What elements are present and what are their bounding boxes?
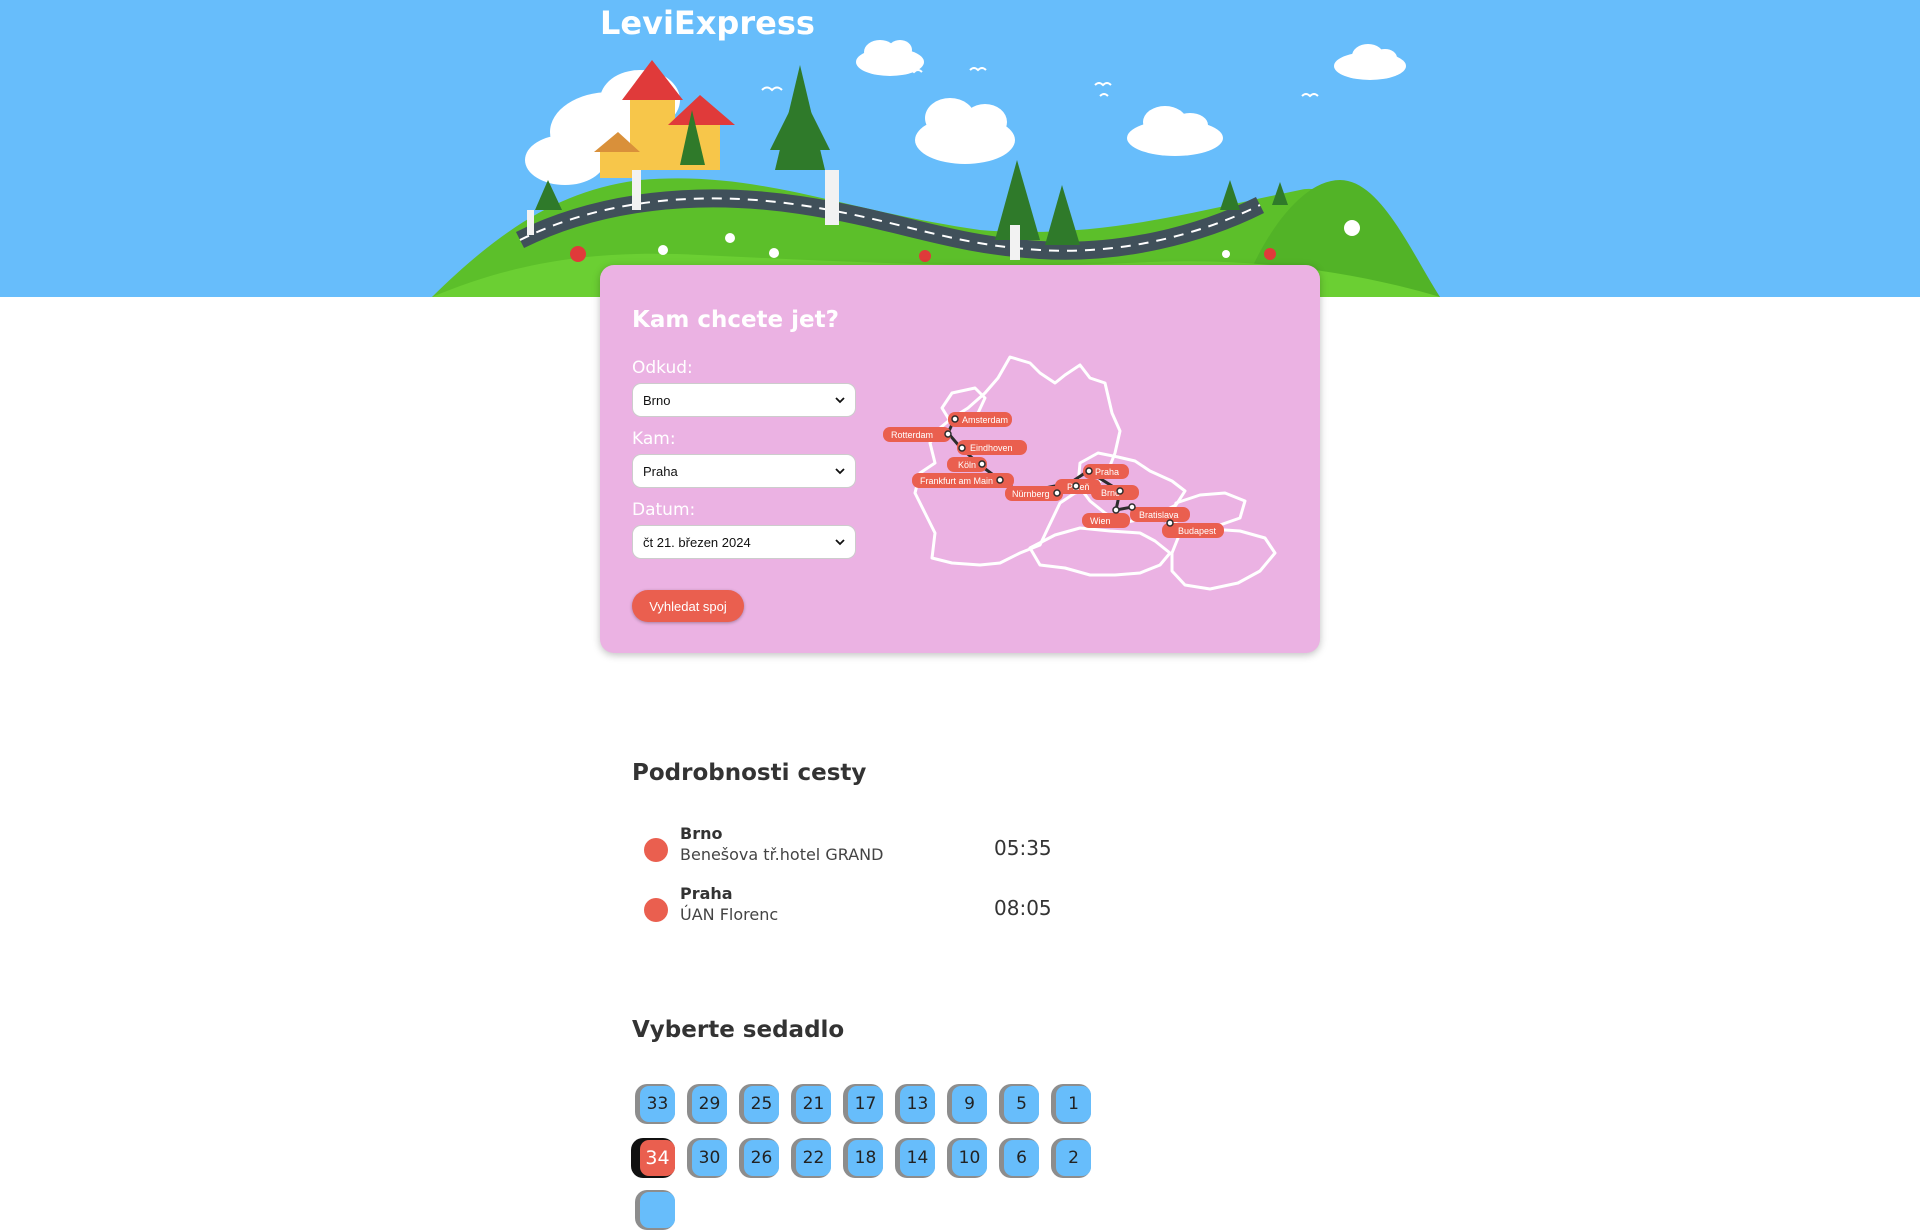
chevron-down-icon [835,539,845,546]
route-map: Amsterdam Rotterdam Eindhoven Köln Frank… [883,355,1277,591]
search-title: Kam chcete jet? [632,307,839,333]
stop-city: Praha [680,884,733,903]
city-tag: Amsterdam [962,415,1008,425]
date-label: Datum: [632,500,696,520]
date-select-value: čt 21. březen 2024 [643,534,751,550]
seat-button[interactable]: 26 [739,1138,779,1178]
city-tag: Eindhoven [970,443,1013,453]
city-tag: Köln [958,460,976,470]
from-select-value: Brno [643,392,671,408]
seat-button[interactable]: 9 [947,1084,987,1124]
seat-button[interactable]: 1 [1051,1084,1091,1124]
seat-button[interactable]: 21 [791,1084,831,1124]
stop-time: 08:05 [994,896,1052,920]
date-select[interactable]: čt 21. březen 2024 [632,525,856,559]
header-banner: LeviExpress [0,0,1920,297]
city-tag: Praha [1095,467,1119,477]
chevron-down-icon [835,397,845,404]
to-label: Kam: [632,429,676,449]
seat-button[interactable]: 2 [1051,1138,1091,1178]
stop-time: 05:35 [994,836,1052,860]
city-tag: Wien [1090,516,1111,526]
seat-button-selected[interactable]: 34 [631,1138,675,1178]
trip-stop: Praha ÚAN Florenc 08:05 [644,884,1064,930]
germany-outline [913,355,1122,567]
site-logo[interactable]: LeviExpress [600,4,815,42]
to-select-value: Praha [643,463,678,479]
seat-button[interactable]: 5 [999,1084,1039,1124]
search-form: Kam chcete jet? Odkud: Brno Kam: Praha D… [600,265,1320,653]
seat-button-partial[interactable] [635,1190,675,1230]
seat-button[interactable]: 25 [739,1084,779,1124]
seat-button[interactable]: 18 [843,1138,883,1178]
seat-button[interactable]: 6 [999,1138,1039,1178]
seat-button[interactable]: 33 [635,1084,675,1124]
city-tag: Budapest [1178,526,1217,536]
stop-marker-icon [644,838,668,862]
to-select[interactable]: Praha [632,454,856,488]
seat-button[interactable]: 29 [687,1084,727,1124]
austria-outline [1028,526,1172,577]
from-select[interactable]: Brno [632,383,856,417]
city-tag: Rotterdam [891,430,933,440]
search-button[interactable]: Vyhledat spoj [632,590,744,622]
from-label: Odkud: [632,358,693,378]
seat-selection-title: Vyberte sedadlo [632,1017,845,1043]
seat-button[interactable]: 30 [687,1138,727,1178]
stop-place: Benešova tř.hotel GRAND [680,845,884,864]
trip-details-title: Podrobnosti cesty [632,760,867,786]
seat-button[interactable]: 10 [947,1138,987,1178]
seat-button[interactable]: 13 [895,1084,935,1124]
seat-button[interactable]: 17 [843,1084,883,1124]
stop-city: Brno [680,824,723,843]
trip-stop: Brno Benešova tř.hotel GRAND 05:35 [644,824,1064,870]
city-tag: Bratislava [1139,510,1179,520]
city-tag: Nürnberg [1012,489,1050,499]
city-tag: Frankfurt am Main [920,476,993,486]
seat-button[interactable]: 22 [791,1138,831,1178]
chevron-down-icon [835,468,845,475]
stop-marker-icon [644,898,668,922]
stop-place: ÚAN Florenc [680,905,779,924]
landscape-illustration [432,40,1440,297]
seat-button[interactable]: 14 [895,1138,935,1178]
